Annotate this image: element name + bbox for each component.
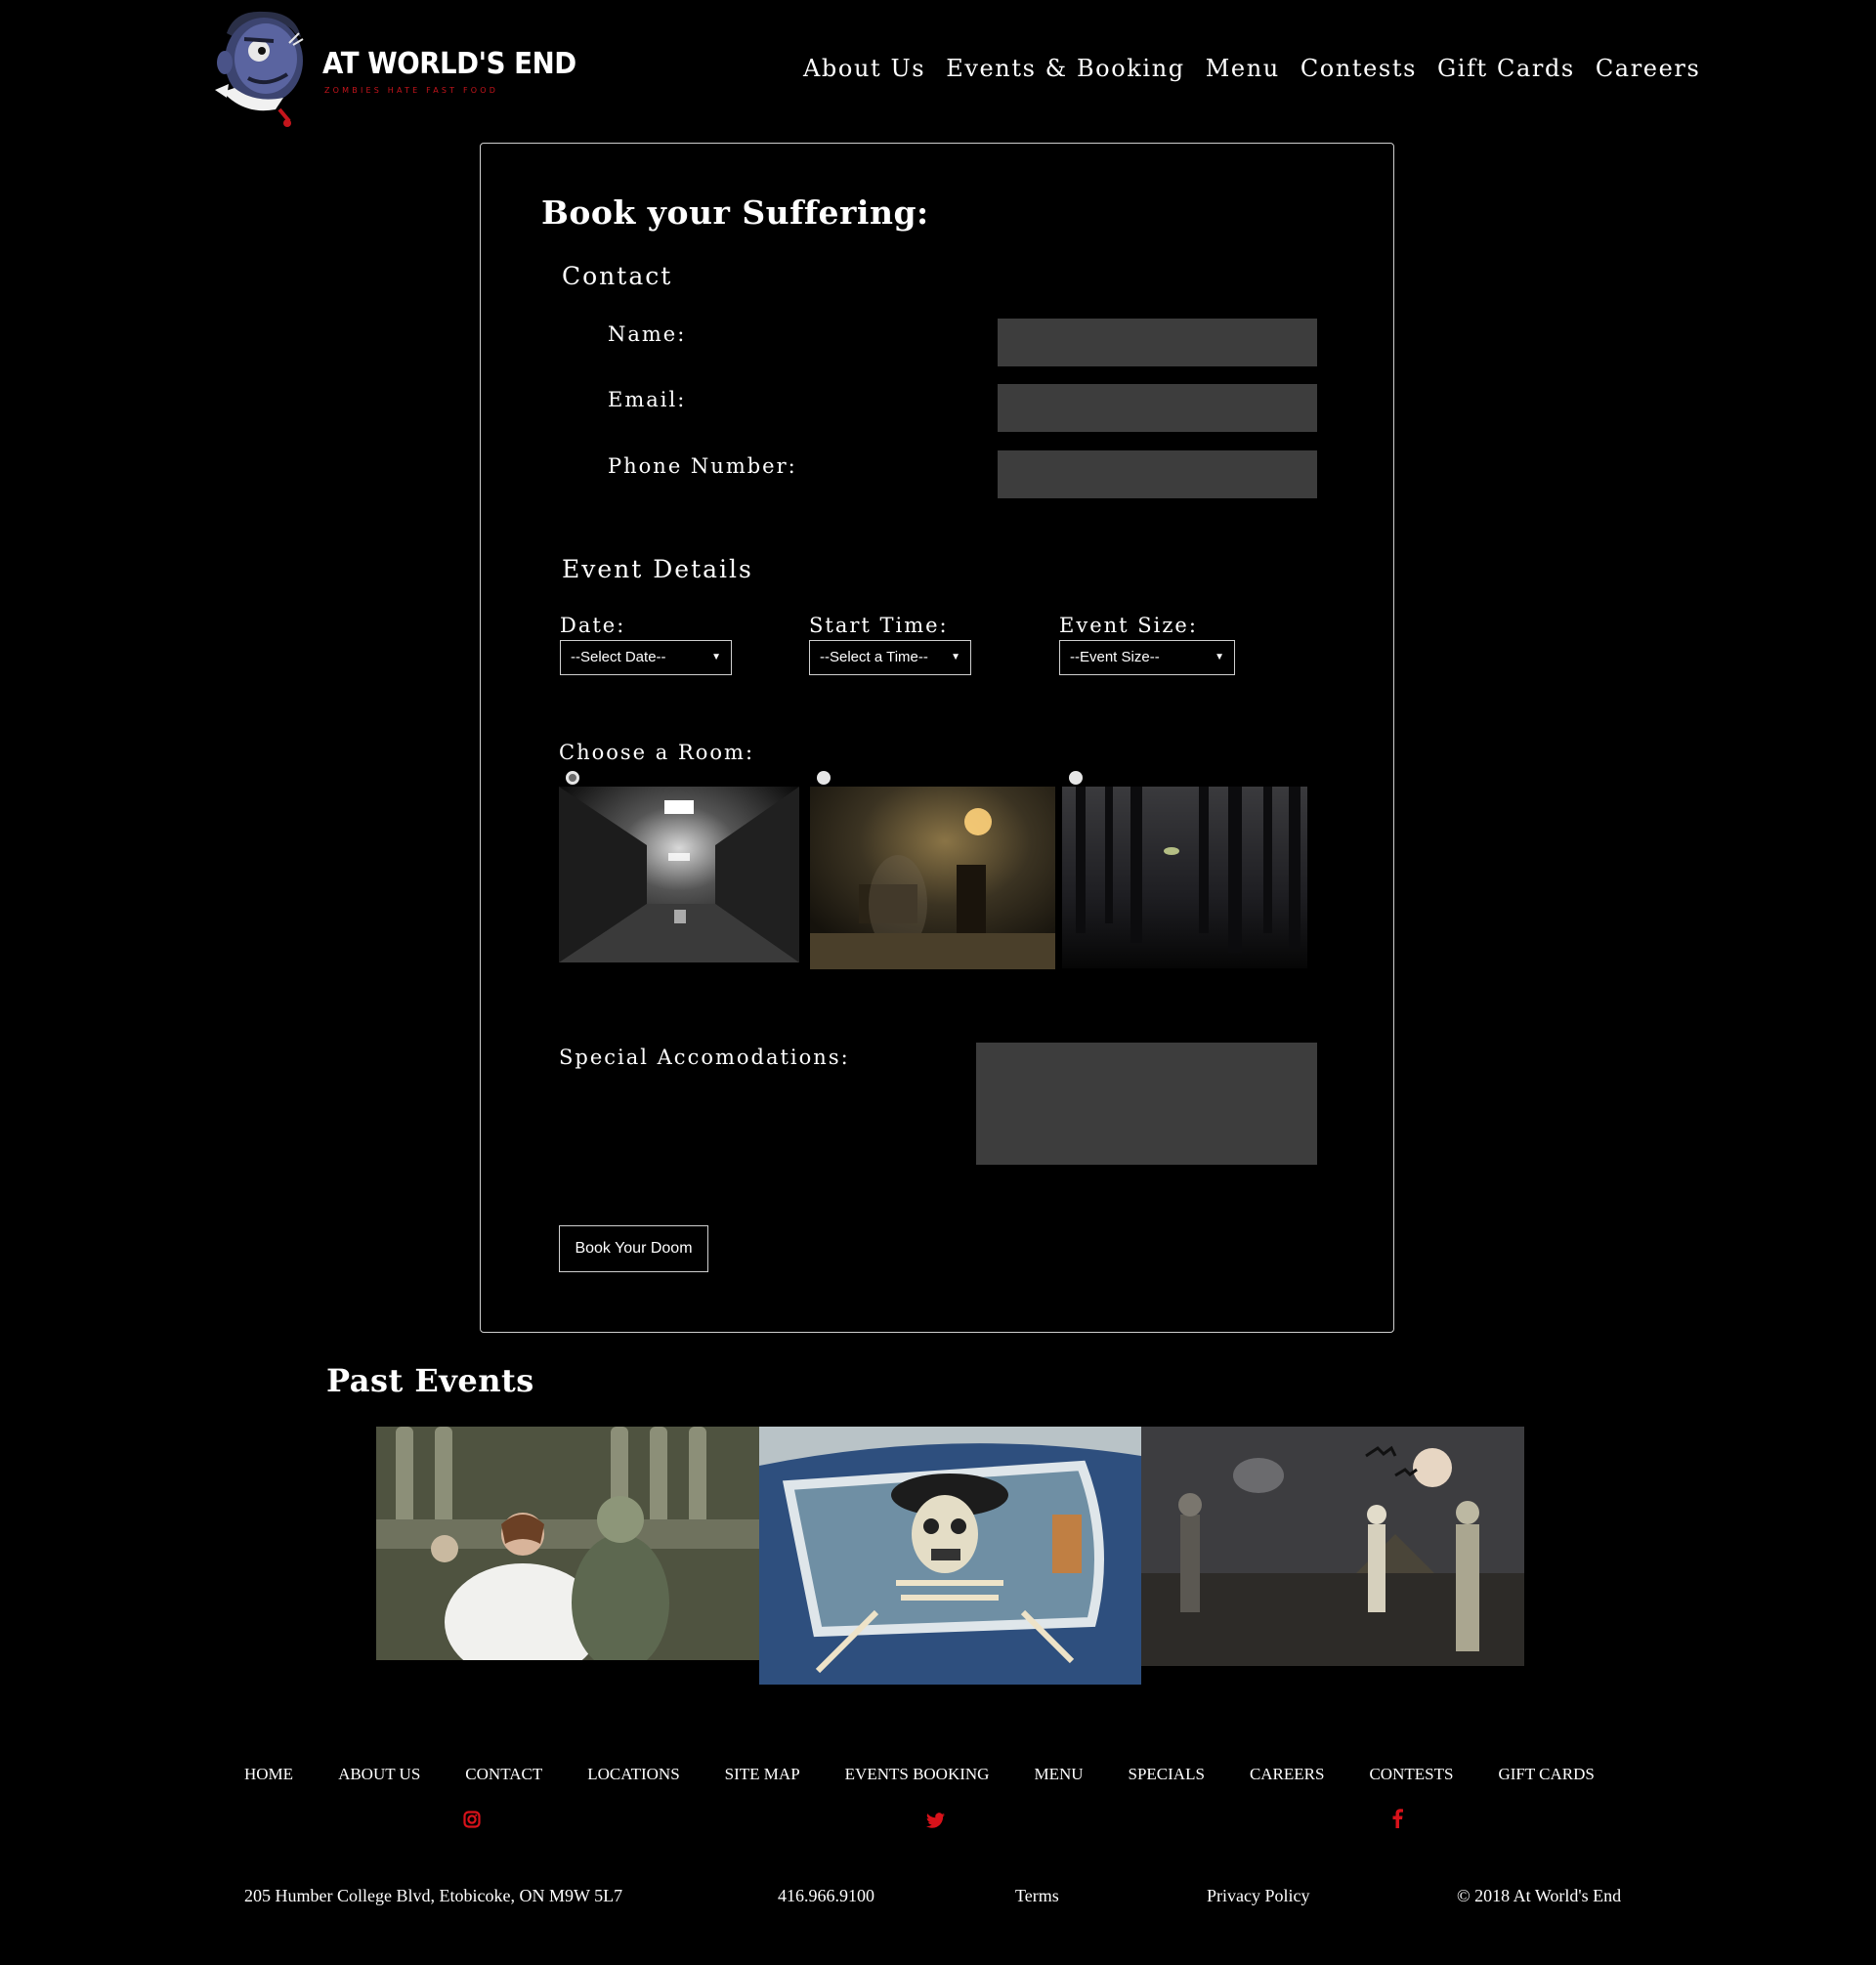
- footer-link-menu[interactable]: MENU: [1034, 1765, 1083, 1784]
- footer-link-careers[interactable]: CAREERS: [1250, 1765, 1325, 1784]
- footer-link-site-map[interactable]: SITE MAP: [725, 1765, 800, 1784]
- past-event-image-zombie-wedding: [376, 1427, 759, 1660]
- name-input[interactable]: [998, 319, 1317, 366]
- facebook-icon[interactable]: [1392, 1809, 1403, 1833]
- room-image-hallway[interactable]: [559, 787, 799, 962]
- footer-copyright: © 2018 At World's End: [1457, 1886, 1622, 1905]
- footer-link-gift-cards[interactable]: GIFT CARDS: [1498, 1765, 1594, 1784]
- room-radio-3[interactable]: [1069, 771, 1083, 785]
- nav-events-booking[interactable]: Events & Booking: [946, 55, 1185, 82]
- date-select[interactable]: --Select Date-- ▼: [560, 640, 732, 675]
- instagram-icon[interactable]: [463, 1810, 481, 1833]
- footer-nav: HOME ABOUT US CONTACT LOCATIONS SITE MAP…: [244, 1765, 1640, 1784]
- chevron-down-icon: ▼: [1215, 652, 1224, 662]
- main-nav: About Us Events & Booking Menu Contests …: [803, 55, 1721, 82]
- room-radio-1[interactable]: [566, 771, 579, 785]
- footer-link-specials[interactable]: SPECIALS: [1129, 1765, 1205, 1784]
- phone-input[interactable]: [998, 450, 1317, 498]
- footer-link-home[interactable]: HOME: [244, 1765, 293, 1784]
- footer-link-locations[interactable]: LOCATIONS: [587, 1765, 679, 1784]
- nav-careers[interactable]: Careers: [1596, 55, 1701, 82]
- brand-tagline: ZOMBIES HATE FAST FOOD: [324, 86, 499, 95]
- booking-title: Book your Suffering:: [541, 193, 929, 232]
- room-radio-2[interactable]: [817, 771, 831, 785]
- event-details-heading: Event Details: [562, 555, 753, 583]
- chevron-down-icon: ▼: [711, 652, 721, 662]
- email-label: Email:: [608, 388, 687, 411]
- start-time-select[interactable]: --Select a Time-- ▼: [809, 640, 971, 675]
- contact-heading: Contact: [562, 262, 673, 290]
- room-image-dark-forest[interactable]: [1062, 787, 1307, 968]
- room-image-haunted-parlor[interactable]: [810, 787, 1055, 969]
- footer-privacy-link[interactable]: Privacy Policy: [1207, 1886, 1310, 1906]
- nav-menu[interactable]: Menu: [1206, 55, 1280, 82]
- book-your-doom-button[interactable]: Book Your Doom: [559, 1225, 708, 1272]
- chevron-down-icon: ▼: [951, 652, 960, 662]
- footer-link-about-us[interactable]: ABOUT US: [338, 1765, 420, 1784]
- nav-about-us[interactable]: About Us: [803, 55, 925, 82]
- phone-label: Phone Number:: [608, 454, 797, 478]
- nav-gift-cards[interactable]: Gift Cards: [1437, 55, 1575, 82]
- footer-address: 205 Humber College Blvd, Etobicoke, ON M…: [244, 1886, 623, 1905]
- nav-contests[interactable]: Contests: [1300, 55, 1417, 82]
- start-time-select-value: --Select a Time--: [820, 649, 928, 665]
- footer-link-events-booking[interactable]: EVENTS BOOKING: [845, 1765, 990, 1784]
- footer-link-contests[interactable]: CONTESTS: [1369, 1765, 1453, 1784]
- zombie-mascot-icon: [215, 11, 304, 127]
- past-event-image-graveyard: [1141, 1427, 1524, 1666]
- twitter-icon[interactable]: [926, 1811, 946, 1834]
- choose-room-label: Choose a Room:: [559, 741, 755, 764]
- name-label: Name:: [608, 322, 687, 346]
- event-size-select-value: --Event Size--: [1070, 649, 1160, 665]
- site-logo[interactable]: AT WORLD'S END ZOMBIES HATE FAST FOOD: [205, 4, 576, 135]
- start-time-label: Start Time:: [809, 614, 949, 637]
- event-size-label: Event Size:: [1059, 614, 1198, 637]
- date-select-value: --Select Date--: [571, 649, 666, 665]
- footer-link-contact[interactable]: CONTACT: [465, 1765, 542, 1784]
- special-accommodations-textarea[interactable]: [976, 1043, 1317, 1165]
- brand-name: AT WORLD'S END: [322, 47, 576, 81]
- special-accommodations-label: Special Accomodations:: [559, 1046, 850, 1069]
- footer-terms-link[interactable]: Terms: [1015, 1886, 1059, 1906]
- date-label: Date:: [560, 614, 626, 637]
- past-event-image-skeleton-car: [759, 1427, 1141, 1685]
- event-size-select[interactable]: --Event Size-- ▼: [1059, 640, 1235, 675]
- past-events-title: Past Events: [326, 1362, 534, 1399]
- footer-phone: 416.966.9100: [778, 1886, 874, 1905]
- email-input[interactable]: [998, 384, 1317, 432]
